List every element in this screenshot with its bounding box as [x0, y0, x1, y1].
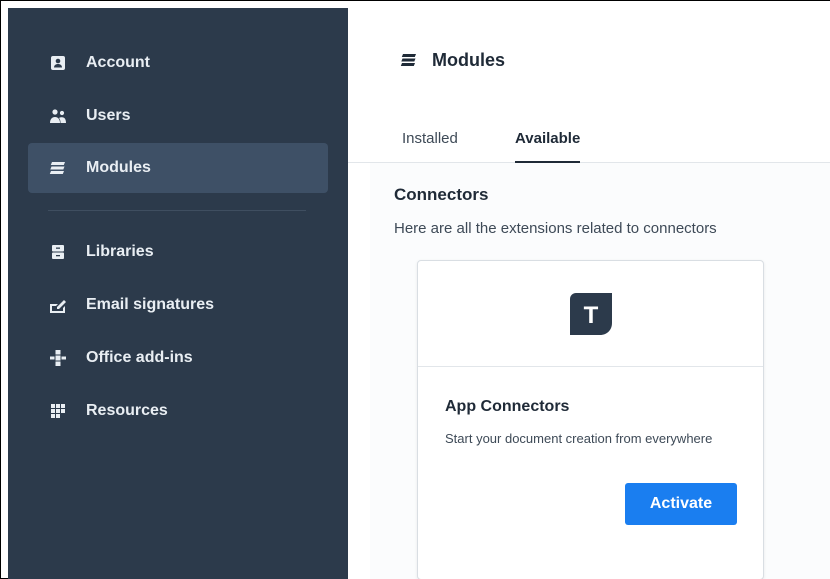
- main-content: Modules Installed Available Connectors H…: [348, 8, 830, 579]
- sidebar-item-label: Office add-ins: [86, 349, 193, 366]
- card-title: App Connectors: [445, 398, 570, 415]
- sidebar-item-account[interactable]: Account: [28, 38, 328, 88]
- logo-letter: T: [583, 302, 598, 329]
- sidebar-item-label: Libraries: [86, 243, 154, 260]
- section-description: Here are all the extensions related to c…: [394, 220, 717, 237]
- sidebar-divider: [48, 210, 306, 211]
- sidebar-item-label: Email signatures: [86, 296, 215, 313]
- sidebar-item-label: Resources: [86, 402, 168, 419]
- app-connectors-logo-icon: T: [569, 292, 612, 335]
- section-title: Connectors: [394, 185, 489, 204]
- card-description: Start your document creation from everyw…: [445, 431, 713, 446]
- office-addins-icon: [48, 348, 68, 368]
- tab-installed[interactable]: Installed: [402, 130, 458, 163]
- tab-available[interactable]: Available: [515, 130, 581, 164]
- modules-icon: [48, 158, 68, 178]
- account-icon: [48, 53, 68, 73]
- tab-bar: Installed Available: [348, 118, 830, 164]
- sidebar-item-label: Users: [86, 107, 131, 124]
- sidebar: Account Users Modules Libraries Email si…: [8, 8, 348, 579]
- sidebar-item-label: Modules: [86, 159, 151, 176]
- sidebar-item-email-signatures[interactable]: Email signatures: [28, 280, 328, 330]
- libraries-icon: [48, 242, 68, 262]
- page-title: Modules: [400, 50, 505, 71]
- activate-button[interactable]: Activate: [625, 483, 737, 525]
- sidebar-item-label: Account: [86, 54, 150, 71]
- sidebar-item-office-addins[interactable]: Office add-ins: [28, 333, 328, 383]
- sidebar-item-resources[interactable]: Resources: [28, 386, 328, 436]
- app-connectors-card: T App Connectors Start your document cre…: [417, 260, 764, 579]
- signature-icon: [48, 295, 68, 315]
- users-icon: [48, 106, 68, 126]
- sidebar-item-users[interactable]: Users: [28, 91, 328, 141]
- sidebar-item-libraries[interactable]: Libraries: [28, 227, 328, 277]
- page-title-text: Modules: [432, 50, 506, 70]
- sidebar-item-modules[interactable]: Modules: [28, 143, 328, 193]
- resources-icon: [48, 401, 68, 421]
- card-header: T: [418, 261, 763, 367]
- modules-icon: [400, 52, 418, 70]
